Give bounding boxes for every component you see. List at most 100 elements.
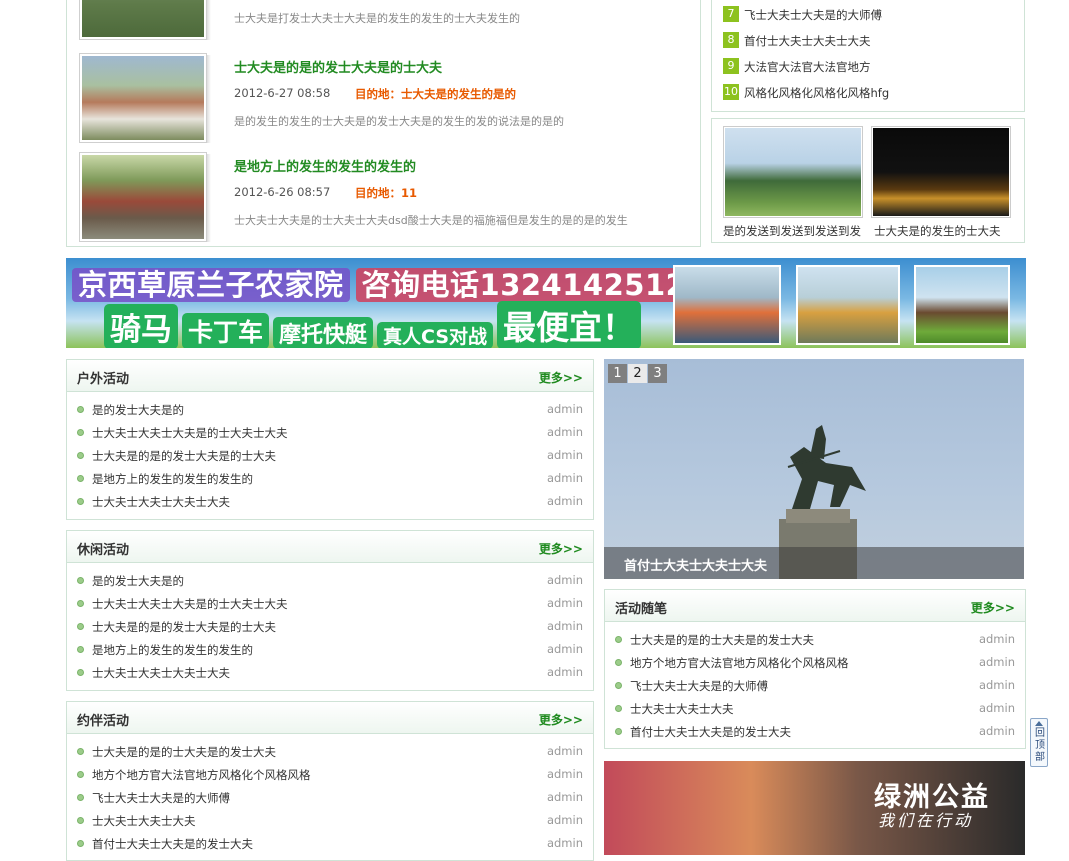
list-item-author: admin bbox=[546, 744, 583, 758]
ranking-item[interactable]: 8 首付士大夫士大夫士大夫 bbox=[723, 31, 1013, 49]
ranking-item[interactable]: 9 大法官大法官大法官地方 bbox=[723, 57, 1013, 75]
list-item[interactable]: 地方个地方官大法官地方风格化个风格风格 admin bbox=[605, 651, 1025, 674]
rank-number-badge: 7 bbox=[723, 6, 739, 22]
list-item-title[interactable]: 士大夫士大夫士大夫 bbox=[630, 701, 734, 717]
list-item[interactable]: 首付士大夫士大夫是的发士大夫 admin bbox=[605, 720, 1025, 743]
list-item[interactable]: 士大夫是的是的发士大夫是的士大夫 admin bbox=[67, 444, 593, 467]
bullet-icon bbox=[77, 498, 84, 505]
list-item-author: admin bbox=[546, 619, 583, 633]
image-slider[interactable]: 123 首付士大夫士大夫士大夫 bbox=[604, 359, 1024, 579]
list-item-title[interactable]: 是地方上的发生的发生的发生的 bbox=[92, 471, 253, 487]
list-item[interactable]: 士大夫士大夫士大夫是的士大夫士大夫 admin bbox=[67, 421, 593, 444]
list-item-title[interactable]: 士大夫是的是的士大夫是的发士大夫 bbox=[630, 632, 814, 648]
list-item[interactable]: 是地方上的发生的发生的发生的 admin bbox=[67, 638, 593, 661]
more-link[interactable]: 更多>> bbox=[539, 711, 583, 728]
list-item[interactable]: 士大夫士大夫士大夫 admin bbox=[605, 697, 1025, 720]
banner-activities: 骑马 卡丁车 摩托快艇 真人CS对战 最便宜！ bbox=[104, 301, 645, 348]
list-item-title[interactable]: 首付士大夫士大夫是的发士大夫 bbox=[630, 724, 791, 740]
bullet-icon bbox=[77, 646, 84, 653]
list-item-title[interactable]: 士大夫是的是的发士大夫是的士大夫 bbox=[92, 448, 276, 464]
list-item-title[interactable]: 飞士大夫士大夫是的大师傅 bbox=[630, 678, 768, 694]
gallery-photo[interactable] bbox=[723, 126, 863, 218]
bullet-icon bbox=[77, 600, 84, 607]
news-thumbnail[interactable] bbox=[79, 152, 207, 242]
list-item-title[interactable]: 地方个地方官大法官地方风格化个风格风格 bbox=[92, 767, 311, 783]
list-item[interactable]: 飞士大夫士大夫是的大师傅 admin bbox=[605, 674, 1025, 697]
banner-activity-word: 最便宜！ bbox=[497, 301, 642, 348]
arrow-up-icon bbox=[1035, 721, 1043, 726]
list-item-title[interactable]: 飞士大夫士大夫是的大师傅 bbox=[92, 790, 230, 806]
ranking-item[interactable]: 10 风格化风格化风格化风格hfg bbox=[723, 83, 1013, 101]
list-item-title[interactable]: 士大夫士大夫士大夫 bbox=[92, 813, 196, 829]
ranking-item-label[interactable]: 首付士大夫士大夫士大夫 bbox=[744, 33, 871, 49]
panel-activity-notes: 活动随笔 更多>> 士大夫是的是的士大夫是的发士大夫 admin 地方个地方官大法… bbox=[604, 589, 1026, 749]
ranking-item-label[interactable]: 大法官大法官大法官地方 bbox=[744, 59, 871, 75]
list-item-title[interactable]: 士大夫士大夫士大夫士大夫 bbox=[92, 665, 230, 681]
rank-number-badge: 8 bbox=[723, 32, 739, 48]
list-item-author: admin bbox=[978, 678, 1015, 692]
list-item-title[interactable]: 首付士大夫士大夫是的发士大夫 bbox=[92, 836, 253, 852]
list-item-title[interactable]: 是的发士大夫是的 bbox=[92, 402, 184, 418]
list-item-title[interactable]: 是地方上的发生的发生的发生的 bbox=[92, 642, 253, 658]
list-item-title[interactable]: 士大夫士大夫士大夫是的士大夫士大夫 bbox=[92, 596, 288, 612]
bullet-icon bbox=[615, 705, 622, 712]
slider-page-button[interactable]: 3 bbox=[648, 364, 667, 383]
news-title[interactable]: 是地方上的发生的发生的发生的 bbox=[234, 156, 416, 175]
list-item[interactable]: 士大夫是的是的士大夫是的发士大夫 admin bbox=[605, 628, 1025, 651]
ranking-item-label[interactable]: 飞士大夫士大夫是的大师傅 bbox=[744, 7, 882, 23]
more-link[interactable]: 更多>> bbox=[539, 540, 583, 557]
news-thumbnail[interactable] bbox=[79, 0, 207, 40]
list-item[interactable]: 士大夫是的是的发士大夫是的士大夫 admin bbox=[67, 615, 593, 638]
list-item[interactable]: 飞士大夫士大夫是的大师傅 admin bbox=[67, 786, 593, 809]
list-item[interactable]: 士大夫士大夫士大夫是的士大夫士大夫 admin bbox=[67, 592, 593, 615]
list-item[interactable]: 地方个地方官大法官地方风格化个风格风格 admin bbox=[67, 763, 593, 786]
banner-activity-word: 骑马 bbox=[104, 304, 178, 348]
news-item[interactable]: 是地方上的发生的发生的发生的 2012-6-26 08:57 目的地：11 士大… bbox=[79, 152, 689, 244]
list-item[interactable]: 是的发士大夫是的 admin bbox=[67, 398, 593, 421]
list-item[interactable]: 士大夫是的是的士大夫是的发士大夫 admin bbox=[67, 740, 593, 763]
slider-page-button-active[interactable]: 2 bbox=[628, 364, 647, 383]
gallery-photo[interactable] bbox=[871, 126, 1011, 218]
list-item[interactable]: 首付士大夫士大夫是的发士大夫 admin bbox=[67, 832, 593, 855]
list-item-author: admin bbox=[546, 642, 583, 656]
slider-page-button[interactable]: 1 bbox=[608, 364, 627, 383]
list-item-author: admin bbox=[978, 655, 1015, 669]
rank-number-badge: 9 bbox=[723, 58, 739, 74]
bullet-icon bbox=[77, 794, 84, 801]
list-item[interactable]: 士大夫士大夫士大夫士大夫 admin bbox=[67, 661, 593, 684]
list-item-title[interactable]: 是的发士大夫是的 bbox=[92, 573, 184, 589]
news-thumbnail[interactable] bbox=[79, 53, 207, 143]
more-link[interactable]: 更多>> bbox=[971, 599, 1015, 616]
panel-title: 户外活动 bbox=[77, 372, 130, 387]
news-item[interactable]: 士大夫是的是的发士大夫是的士大夫 2012-6-27 08:58 目的地：士大夫… bbox=[79, 53, 689, 145]
panel-title: 活动随笔 bbox=[615, 602, 668, 617]
list-item-title[interactable]: 士大夫士大夫士大夫士大夫 bbox=[92, 494, 230, 510]
ranking-item[interactable]: 7 飞士大夫士大夫是的大师傅 bbox=[723, 5, 1013, 23]
list-item-title[interactable]: 地方个地方官大法官地方风格化个风格风格 bbox=[630, 655, 849, 671]
panel-leisure-activities: 休闲活动 更多>> 是的发士大夫是的 admin 士大夫士大夫士大夫是的士大夫士大… bbox=[66, 530, 594, 691]
more-link[interactable]: 更多>> bbox=[539, 369, 583, 386]
list-item[interactable]: 是的发士大夫是的 admin bbox=[67, 569, 593, 592]
list-item-title[interactable]: 士大夫士大夫士大夫是的士大夫士大夫 bbox=[92, 425, 288, 441]
slider-caption[interactable]: 首付士大夫士大夫士大夫 bbox=[624, 555, 767, 574]
list-item-author: admin bbox=[546, 573, 583, 587]
list-item[interactable]: 士大夫士大夫士大夫士大夫 admin bbox=[67, 490, 593, 513]
list-item[interactable]: 士大夫士大夫士大夫 admin bbox=[67, 809, 593, 832]
gallery-photo-caption[interactable]: 士大夫是的发生的士大夫 bbox=[874, 223, 1014, 239]
list-item-title[interactable]: 士大夫是的是的发士大夫是的士大夫 bbox=[92, 619, 276, 635]
ad-banner[interactable]: 京西草原兰子农家院 咨询电话13241425122 骑马 卡丁车 摩托快艇 真人CS对战… bbox=[66, 258, 1026, 348]
ranking-item-label[interactable]: 风格化风格化风格化风格hfg bbox=[744, 85, 889, 101]
charity-banner[interactable]: 绿洲公益 我们在行动 bbox=[604, 761, 1025, 855]
list-item-author: admin bbox=[978, 724, 1015, 738]
list-item-author: admin bbox=[546, 494, 583, 508]
banner-headline: 京西草原兰子农家院 咨询电话13241425122 bbox=[72, 262, 713, 304]
back-to-top-button[interactable]: 回顶部 bbox=[1030, 718, 1048, 767]
banner-phone: 咨询电话13241425122 bbox=[355, 268, 713, 302]
news-title[interactable]: 士大夫是的是的发士大夫是的士大夫 bbox=[234, 57, 442, 76]
gallery-photo-caption[interactable]: 是的发送到发送到发送到发 bbox=[723, 223, 863, 239]
bullet-icon bbox=[77, 452, 84, 459]
news-item[interactable]: 士大夫是打发士大夫士大夫是的发生的发生的士大夫发生的 bbox=[79, 0, 689, 42]
list-item-title[interactable]: 士大夫是的是的士大夫是的发士大夫 bbox=[92, 744, 276, 760]
bullet-icon bbox=[77, 475, 84, 482]
list-item[interactable]: 是地方上的发生的发生的发生的 admin bbox=[67, 467, 593, 490]
